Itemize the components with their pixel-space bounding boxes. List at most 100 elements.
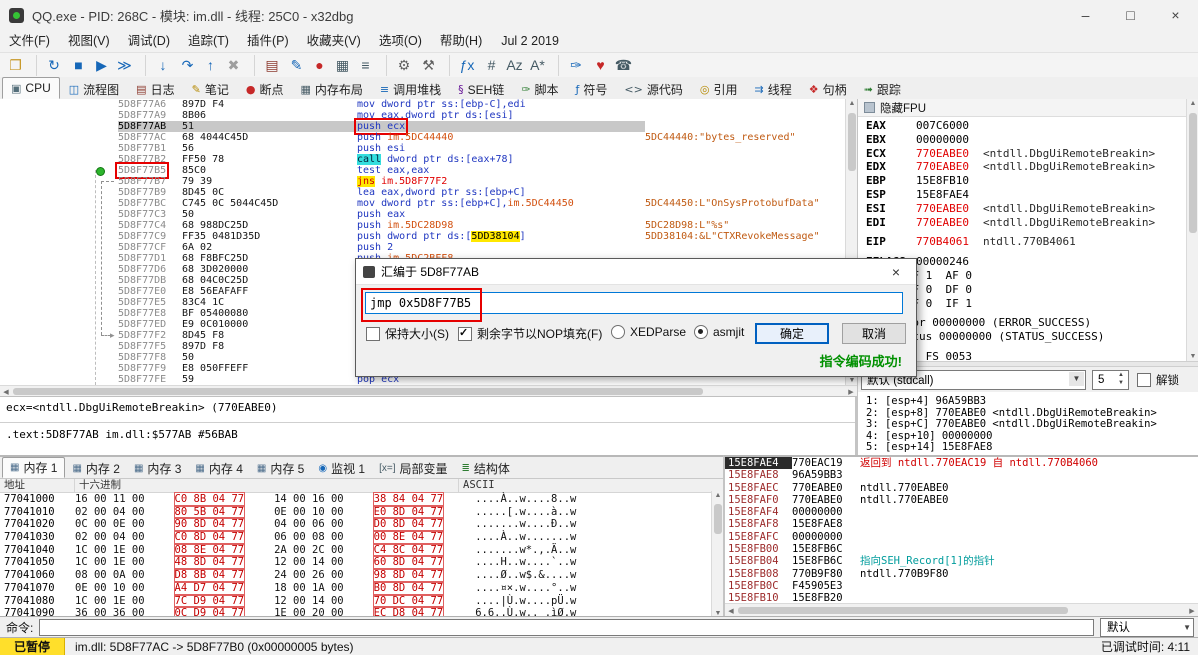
dump-row[interactable]: 7704103002 00 04 00C0 8D 04 7706 00 08 0… — [0, 531, 723, 544]
dump-row[interactable]: 7704100016 00 11 00C0 8B 04 7714 00 16 0… — [0, 493, 723, 506]
tab-source[interactable]: <>源代码 — [616, 79, 690, 99]
dump-row[interactable]: 770410700E 00 10 00A4 D7 04 7718 00 1A 0… — [0, 582, 723, 595]
disasm-row[interactable]: 5D8F77C468 988DC25Dpush im.5DC28D985DC28… — [0, 220, 857, 231]
disasm-row[interactable]: 5D8F77B585C0test eax,eax — [0, 165, 857, 176]
references-icon[interactable]: # — [480, 55, 503, 76]
keep-size-checkbox[interactable]: 保持大小(S) — [366, 325, 449, 342]
tab-notes[interactable]: ✎笔记 — [184, 79, 237, 99]
argument-row[interactable]: 1: [esp+4] 96A59BB3 — [858, 396, 1198, 408]
stack-row[interactable]: 15E8FAF815E8FAE8 — [725, 518, 1198, 530]
menu-item[interactable]: 收藏夹(V) — [298, 30, 370, 52]
minimize-button[interactable]: – — [1063, 0, 1108, 30]
tab-struct[interactable]: ≣结构体 — [455, 459, 517, 478]
dump-row[interactable]: 770410401C 00 1E 0008 8E 04 772A 00 2C 0… — [0, 544, 723, 557]
stack-row[interactable]: 15E8FAEC770EABE0ntdll.770EABE0 — [725, 482, 1198, 494]
log-window-icon[interactable]: ▤ — [254, 55, 285, 76]
command-input[interactable] — [39, 619, 1094, 636]
stack-row[interactable]: 15E8FB0CF45905E3 — [725, 580, 1198, 592]
open-file-icon[interactable]: ❐ — [4, 55, 27, 76]
stack-row[interactable]: 15E8FAFC00000000 — [725, 531, 1198, 543]
xedparse-radio[interactable]: XEDParse — [611, 325, 686, 339]
menu-item[interactable]: 文件(F) — [0, 30, 59, 52]
tab-dump-5[interactable]: ▦内存 5 — [250, 459, 311, 478]
stack-row[interactable]: 15E8FAF0770EABE0ntdll.770EABE0 — [725, 494, 1198, 506]
menu-item[interactable]: 插件(P) — [238, 30, 298, 52]
dump-row[interactable]: 770410801C 00 1E 007C D9 04 7712 00 14 0… — [0, 595, 723, 608]
argument-count-stepper[interactable]: 5 ▲▼ — [1092, 370, 1129, 390]
tab-dump-3[interactable]: ▦内存 3 — [127, 459, 188, 478]
stack-row[interactable]: 15E8FAE896A59BB3 — [725, 469, 1198, 481]
disasm-row[interactable]: 5D8F77B2FF50 78call dword ptr ds:[eax+78… — [0, 154, 857, 165]
annotate-icon[interactable]: ✑ — [558, 55, 589, 76]
sort-az-icon[interactable]: Az — [503, 55, 526, 76]
dump-scrollbar[interactable]: ▲ ▼ — [711, 491, 723, 616]
register-row[interactable]: ESP15E8FAE4 — [858, 188, 1198, 202]
disasm-row[interactable]: 5D8F77B98D45 0Clea eax,dword ptr ss:[ebp… — [0, 187, 857, 198]
dump-row[interactable]: 7704106008 00 0A 00D8 8B 04 7724 00 26 0… — [0, 569, 723, 582]
dialog-close-icon[interactable]: × — [876, 259, 916, 284]
menu-item[interactable]: 调试(D) — [119, 30, 179, 52]
breakpoint-dot[interactable] — [96, 167, 105, 176]
stack-row[interactable]: 15E8FB08770B9F80ntdll.770B9F80 — [725, 568, 1198, 580]
close-process-icon[interactable]: ✖ — [222, 55, 245, 76]
disasm-row[interactable]: 5D8F77CF6A 02push 2 — [0, 242, 857, 253]
plugins-icon[interactable]: ⚒ — [417, 55, 440, 76]
tab-handles[interactable]: ❖句柄 — [801, 79, 855, 99]
asmjit-radio[interactable]: asmjit — [694, 325, 744, 339]
breakpoints-icon[interactable]: ● — [308, 55, 331, 76]
step-over-icon[interactable]: ↷ — [176, 55, 199, 76]
settings-icon[interactable]: ⚙ — [386, 55, 417, 76]
menu-item[interactable]: 帮助(H) — [431, 30, 491, 52]
step-into-icon[interactable]: ↓ — [145, 55, 176, 76]
tab-references[interactable]: ◎引用 — [692, 79, 746, 99]
tab-script[interactable]: ✑脚本 — [513, 79, 566, 99]
memory-map-icon[interactable]: ▦ — [331, 55, 354, 76]
ok-button[interactable]: 确定 — [755, 323, 829, 344]
tab-dump-2[interactable]: ▦内存 2 — [65, 459, 126, 478]
disasm-row[interactable]: 5D8F77AC68 4044C45Dpush im.5DC444405DC44… — [0, 132, 857, 143]
tab-call-stack[interactable]: ≡调用堆栈 — [372, 79, 449, 99]
cancel-button[interactable]: 取消 — [842, 323, 906, 344]
tab-memory-map[interactable]: ▦内存布局 — [292, 79, 370, 99]
notes-icon[interactable]: ✎ — [285, 55, 308, 76]
step-out-icon[interactable]: ↑ — [199, 55, 222, 76]
disasm-row[interactable]: 5D8F77AB51push ecx — [0, 121, 857, 132]
stack-row[interactable]: 15E8FAE4770EAC19返回到 ntdll.770EAC19 自 ntd… — [725, 457, 1198, 469]
disasm-row[interactable]: 5D8F77C9FF35 0481D35Dpush dword ptr ds:[… — [0, 231, 857, 242]
dump-row[interactable]: 770410501C 00 1E 0048 8D 04 7712 00 14 0… — [0, 556, 723, 569]
hide-fpu-toggle[interactable]: 隐藏FPU — [858, 99, 1198, 117]
tab-symbols[interactable]: ƒ符号 — [568, 79, 616, 99]
register-row[interactable]: EIP770B4061ntdll.770B4061 — [858, 235, 1198, 249]
tab-log[interactable]: ▤日志 — [128, 79, 182, 99]
maximize-button[interactable]: □ — [1108, 0, 1153, 30]
disasm-row[interactable]: 5D8F77B779 39jns im.5D8F77F2 — [0, 176, 857, 187]
disasm-row[interactable]: 5D8F77BCC745 0C 5044C45Dmov dword ptr ss… — [0, 198, 857, 209]
animate-icon[interactable]: ≫ — [113, 55, 136, 76]
register-row[interactable]: EDI770EABE0<ntdll.DbgUiRemoteBreakin> — [858, 216, 1198, 230]
dump-row[interactable]: 770410200C 00 0E 0090 8D 04 7704 00 06 0… — [0, 518, 723, 531]
register-row[interactable]: EBX00000000 — [858, 133, 1198, 147]
menu-item[interactable]: 视图(V) — [59, 30, 119, 52]
register-row[interactable]: ECX770EABE0<ntdll.DbgUiRemoteBreakin> — [858, 147, 1198, 161]
tab-watch-1[interactable]: ◉监视 1 — [311, 459, 372, 478]
restart-icon[interactable]: ↻ — [36, 55, 67, 76]
menu-item[interactable]: 追踪(T) — [179, 30, 238, 52]
register-row[interactable]: EDX770EABE0<ntdll.DbgUiRemoteBreakin> — [858, 160, 1198, 174]
argument-row[interactable]: 5: [esp+14] 15E8FAE8 — [858, 442, 1198, 454]
disasm-row[interactable]: 5D8F77C350push eax — [0, 209, 857, 220]
tab-trace[interactable]: ➟跟踪 — [856, 79, 909, 99]
run-icon[interactable]: ▶ — [90, 55, 113, 76]
tab-threads[interactable]: ⇉线程 — [747, 79, 800, 99]
unlock-checkbox[interactable]: 解锁 — [1137, 372, 1179, 388]
tab-breakpoints[interactable]: ●断点 — [238, 79, 292, 99]
calculator-icon[interactable]: ƒx — [449, 55, 480, 76]
phone-icon[interactable]: ☎ — [612, 55, 635, 76]
tab-cpu[interactable]: ▣CPU — [2, 77, 60, 99]
close-button[interactable]: × — [1153, 0, 1198, 30]
stack-hscrollbar[interactable]: ◀ ▶ — [725, 603, 1198, 616]
tab-locals[interactable]: [x=]局部变量 — [372, 459, 454, 478]
dump-row[interactable]: 7704109036 00 36 000C D9 04 771E 00 20 0… — [0, 607, 723, 616]
register-row[interactable]: EBP15E8FB10 — [858, 174, 1198, 188]
favourites-icon[interactable]: ♥ — [589, 55, 612, 76]
tab-graph[interactable]: ◫流程图 — [61, 79, 127, 99]
